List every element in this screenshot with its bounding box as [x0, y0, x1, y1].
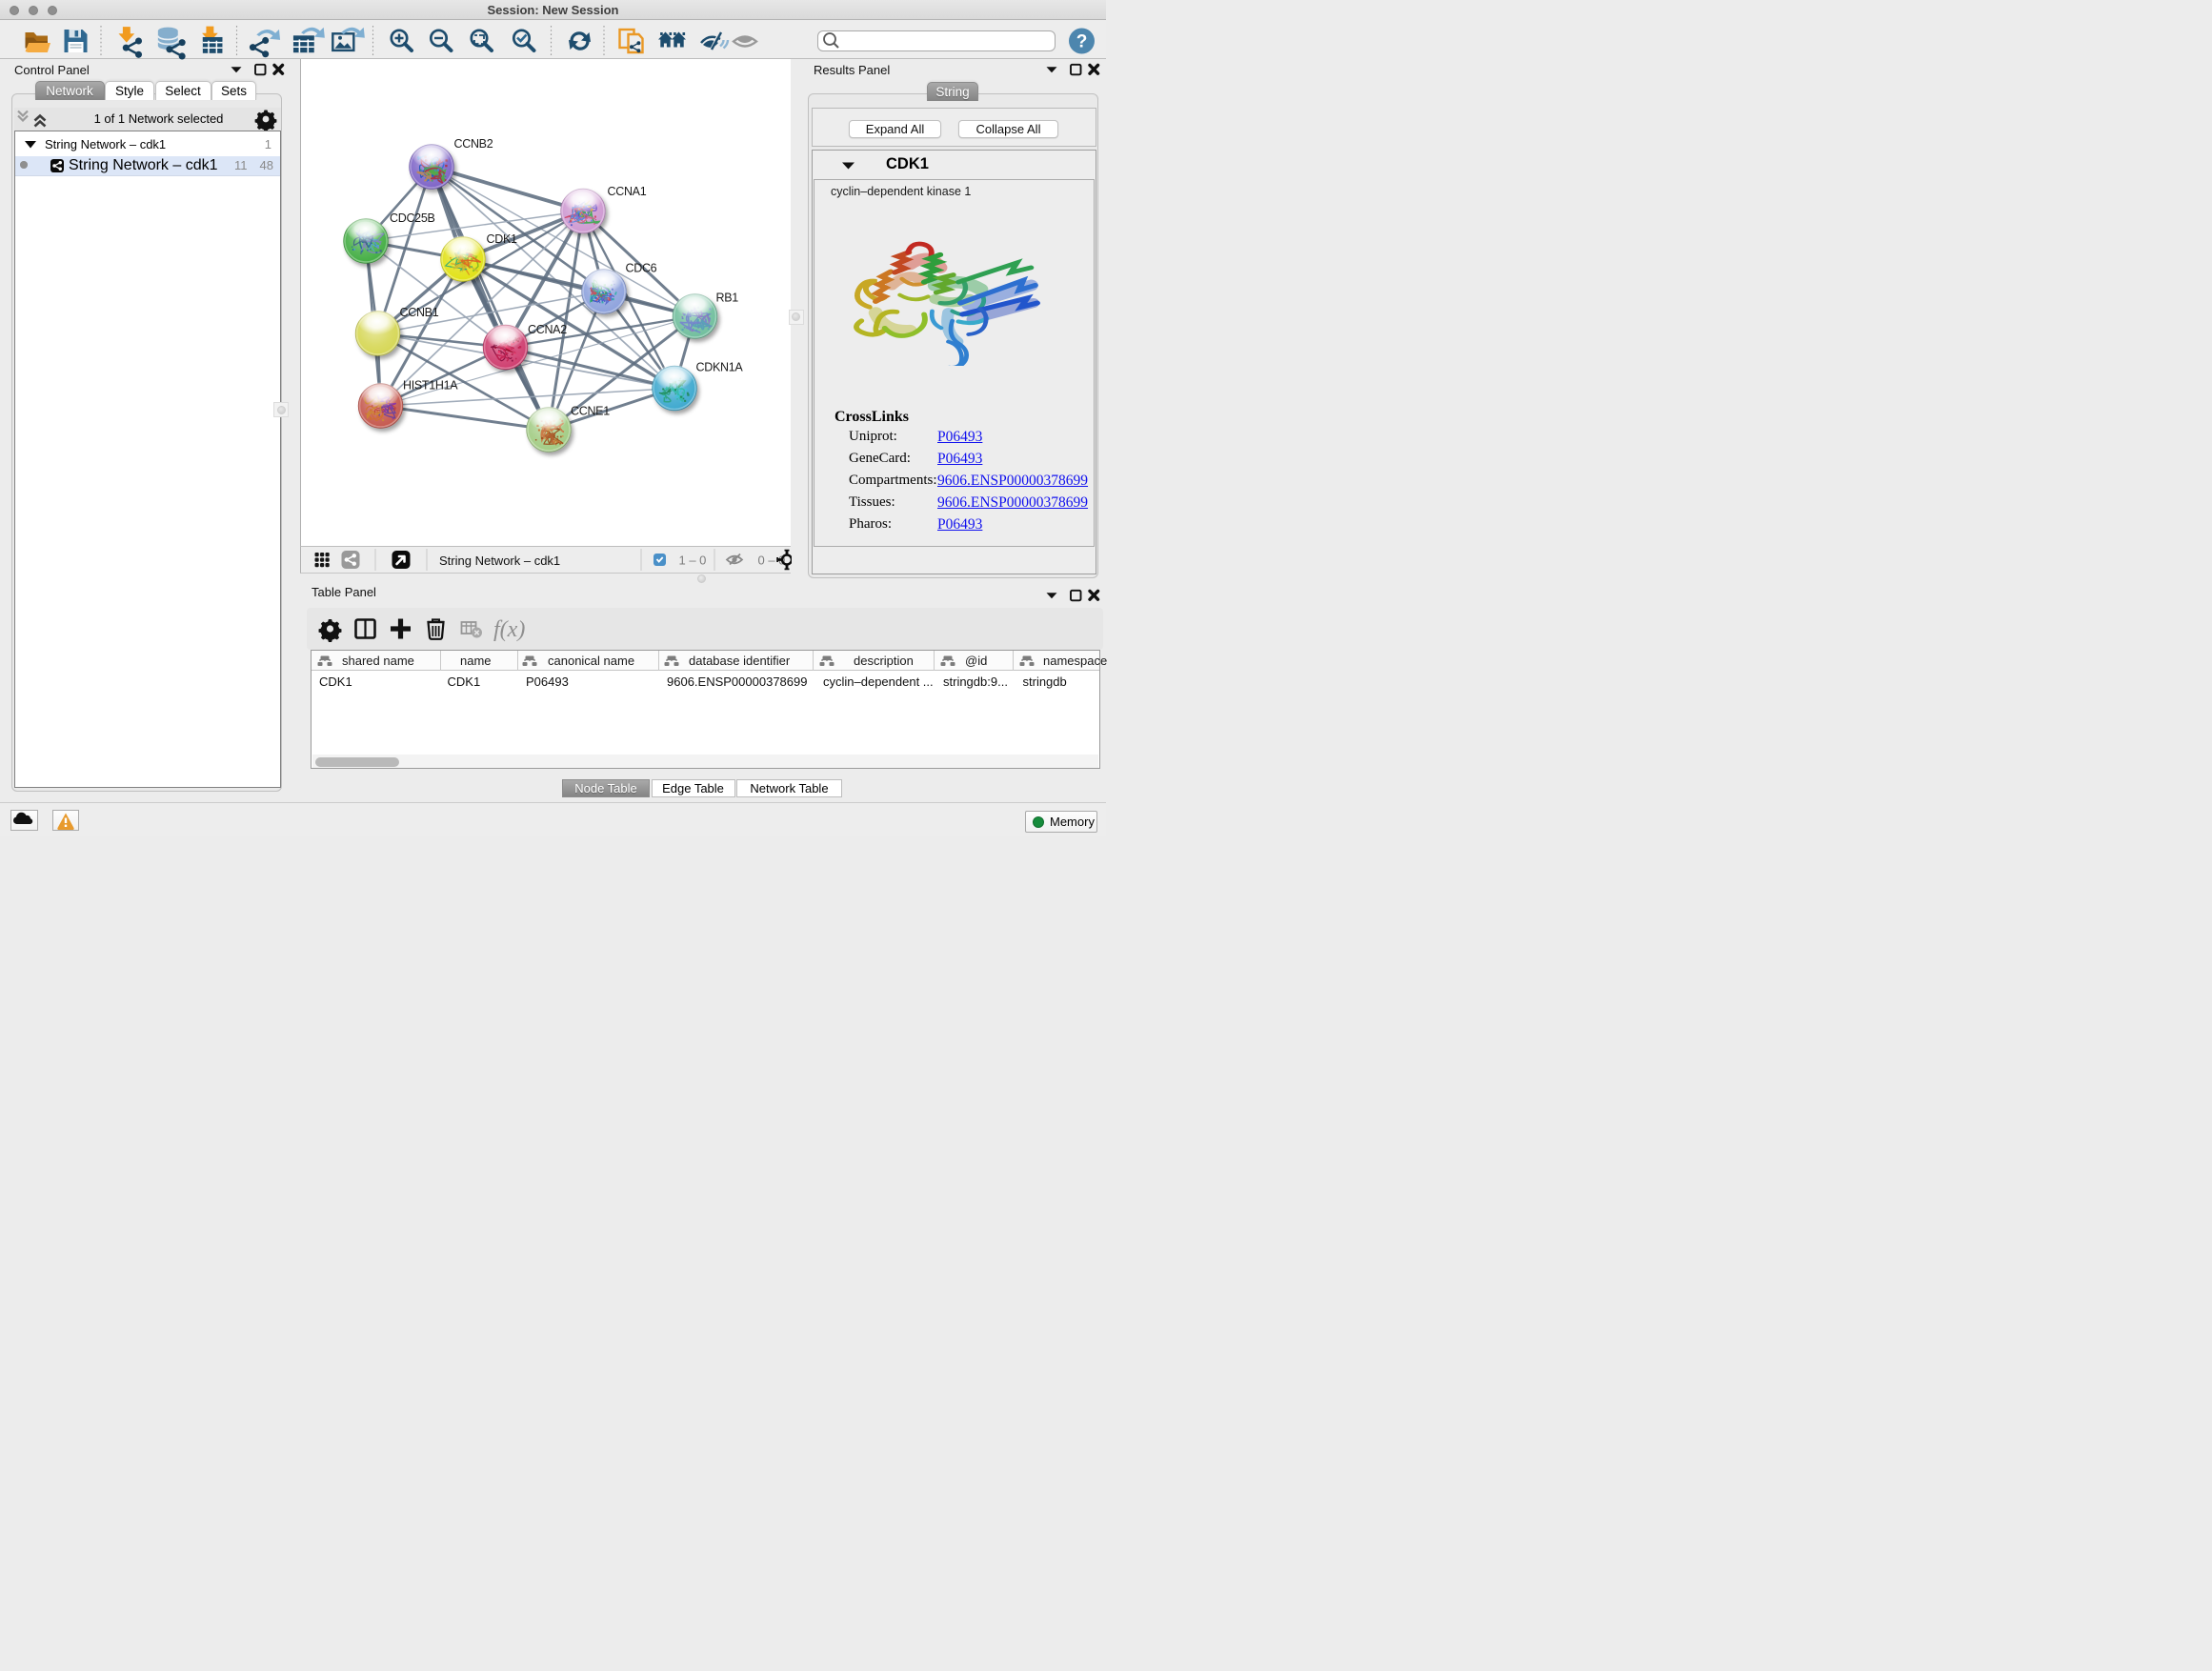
svg-text:CDKN1A: CDKN1A [696, 361, 744, 374]
svg-text:CCNE1: CCNE1 [571, 405, 610, 418]
svg-text:CCNB2: CCNB2 [454, 137, 493, 151]
svg-text:RB1: RB1 [716, 292, 739, 305]
svg-text:String Network – cdk1: String Network – cdk1 [439, 554, 560, 568]
svg-text:CDC25B: CDC25B [390, 211, 435, 225]
svg-text:?: ? [1076, 32, 1088, 52]
svg-text:CDK1: CDK1 [487, 232, 517, 246]
svg-text:1 – 0: 1 – 0 [679, 554, 707, 568]
svg-text:CCNA2: CCNA2 [528, 323, 567, 336]
svg-text:CCNA1: CCNA1 [608, 185, 647, 198]
svg-text:f(x): f(x) [493, 617, 525, 642]
svg-text:HIST1H1A: HIST1H1A [403, 379, 458, 393]
svg-text:CDC6: CDC6 [626, 262, 657, 275]
svg-text:CCNB1: CCNB1 [400, 306, 439, 319]
